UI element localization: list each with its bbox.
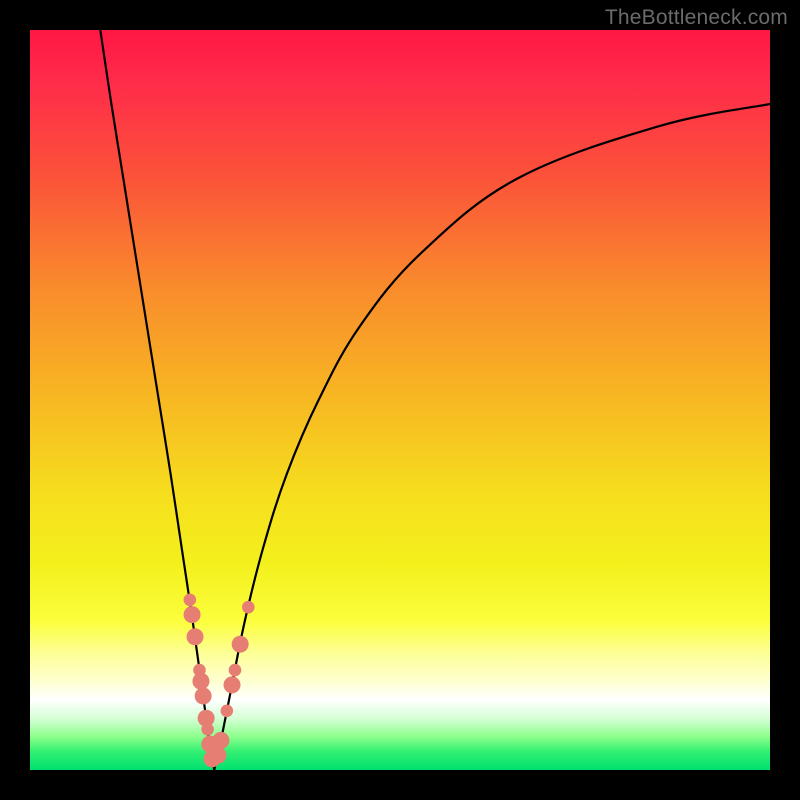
data-marker [232,636,249,653]
data-marker [201,723,214,736]
watermark-text: TheBottleneck.com [605,6,788,30]
curve-left-branch [100,30,214,770]
data-marker [192,673,209,690]
data-marker [212,732,229,749]
chart-frame: TheBottleneck.com [0,0,800,800]
data-markers [184,594,255,768]
data-marker [209,747,226,764]
plot-area [30,30,770,770]
data-marker [221,705,234,718]
curve-layer [30,30,770,770]
data-marker [195,687,212,704]
data-marker [184,606,201,623]
data-marker [187,628,204,645]
data-marker [242,601,255,614]
data-marker [229,664,242,677]
curve-right-branch [214,104,770,770]
data-marker [224,676,241,693]
data-marker [184,594,197,607]
